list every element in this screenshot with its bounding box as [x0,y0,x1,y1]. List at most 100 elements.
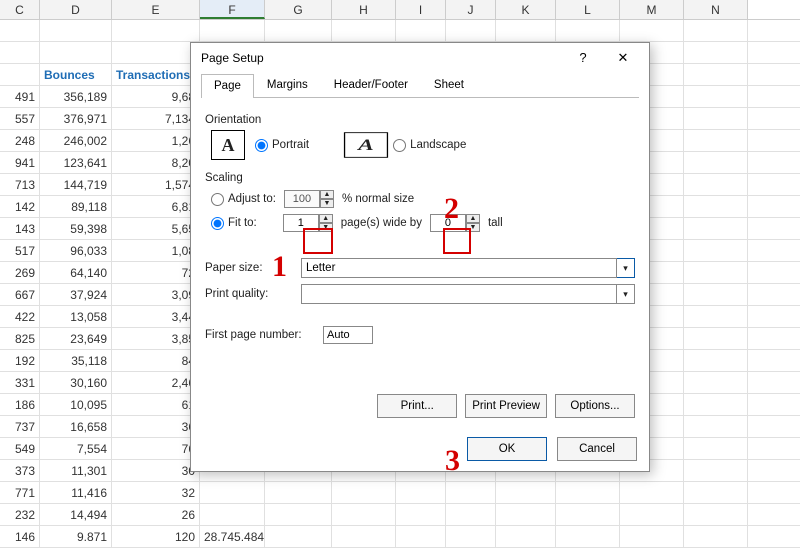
cell[interactable]: 11,416 [40,482,112,503]
cell[interactable] [332,526,396,547]
cell[interactable] [200,482,265,503]
cell[interactable]: 16,658 [40,416,112,437]
cell[interactable] [556,482,620,503]
cell[interactable] [684,306,748,327]
col-header[interactable]: K [496,0,556,19]
col-header[interactable]: D [40,0,112,19]
help-button[interactable]: ? [563,44,603,72]
cell[interactable]: 123,641 [40,152,112,173]
cell[interactable] [200,504,265,525]
cell[interactable]: 72 [112,262,200,283]
spin-down-icon[interactable]: ▼ [319,223,333,232]
titlebar[interactable]: Page Setup ? ✕ [191,43,649,73]
cell[interactable] [496,504,556,525]
fit-to-radio-input[interactable] [211,217,224,230]
print-preview-button[interactable]: Print Preview [465,394,547,418]
cell[interactable] [684,328,748,349]
cell[interactable] [496,20,556,41]
cell[interactable] [684,130,748,151]
cell[interactable]: 84 [112,350,200,371]
portrait-radio-input[interactable] [255,139,268,152]
paper-size-value[interactable] [301,258,617,278]
cell[interactable]: 76 [112,438,200,459]
cell[interactable]: 6,81 [112,196,200,217]
cell[interactable] [684,372,748,393]
print-quality-combo[interactable]: ▾ [301,284,635,304]
cell[interactable] [332,504,396,525]
cell[interactable] [0,42,40,63]
landscape-radio-input[interactable] [393,139,406,152]
cell[interactable] [446,504,496,525]
ok-button[interactable]: OK [467,437,547,461]
cell[interactable]: 1,574 [112,174,200,195]
cell[interactable]: 5,65 [112,218,200,239]
cell[interactable] [684,482,748,503]
fit-wide-value[interactable] [283,214,319,232]
cell[interactable]: 11,301 [40,460,112,481]
cell[interactable] [684,262,748,283]
options-button[interactable]: Options... [555,394,635,418]
cell[interactable] [620,20,684,41]
cell[interactable]: 269 [0,262,40,283]
paper-size-combo[interactable]: ▾ [301,258,635,278]
spin-up-icon[interactable]: ▲ [466,214,480,223]
cell[interactable] [684,152,748,173]
fit-to-radio[interactable]: Fit to: [211,217,257,230]
cell[interactable] [684,218,748,239]
cell[interactable]: 549 [0,438,40,459]
cell[interactable]: 331 [0,372,40,393]
cell[interactable] [684,416,748,437]
col-header[interactable]: E [112,0,200,19]
cell[interactable] [684,64,748,85]
cell[interactable] [332,482,396,503]
cancel-button[interactable]: Cancel [557,437,637,461]
fit-tall-spinner[interactable]: ▲▼ [430,214,480,232]
cell[interactable]: 771 [0,482,40,503]
fit-tall-value[interactable] [430,214,466,232]
cell[interactable]: 13,058 [40,306,112,327]
cell[interactable]: 142 [0,196,40,217]
cell[interactable] [396,526,446,547]
cell[interactable] [0,64,40,85]
tab-page[interactable]: Page [201,74,254,98]
cell[interactable]: 667 [0,284,40,305]
portrait-radio[interactable]: Portrait [255,139,309,152]
cell[interactable]: 30,160 [40,372,112,393]
cell[interactable] [684,20,748,41]
cell[interactable]: 373 [0,460,40,481]
cell[interactable] [40,20,112,41]
col-header[interactable]: M [620,0,684,19]
first-page-input[interactable] [323,326,373,344]
cell[interactable] [684,284,748,305]
cell[interactable]: 941 [0,152,40,173]
col-header[interactable]: L [556,0,620,19]
cell[interactable]: 7,554 [40,438,112,459]
cell[interactable] [396,482,446,503]
cell[interactable]: 422 [0,306,40,327]
cell[interactable]: 737 [0,416,40,437]
adjust-spinner[interactable]: ▲▼ [284,190,334,208]
cell[interactable] [332,20,396,41]
cell[interactable]: 713 [0,174,40,195]
cell[interactable] [112,42,200,63]
adjust-value[interactable] [284,190,320,208]
cell[interactable]: 3,09 [112,284,200,305]
cell[interactable]: 356,189 [40,86,112,107]
col-header[interactable]: G [265,0,332,19]
cell[interactable]: 248 [0,130,40,151]
cell[interactable] [396,20,446,41]
cell[interactable]: 1,08 [112,240,200,261]
cell[interactable]: 7,134 [112,108,200,129]
cell[interactable] [265,20,332,41]
spin-up-icon[interactable]: ▲ [320,190,334,199]
cell[interactable]: 120 [112,526,200,547]
cell[interactable]: 144,719 [40,174,112,195]
chevron-down-icon[interactable]: ▾ [617,284,635,304]
cell[interactable]: 36 [112,416,200,437]
spin-down-icon[interactable]: ▼ [466,223,480,232]
cell[interactable] [620,482,684,503]
cell[interactable] [265,482,332,503]
cell[interactable]: 89,118 [40,196,112,217]
cell[interactable]: 9,68 [112,86,200,107]
col-header[interactable]: C [0,0,40,19]
